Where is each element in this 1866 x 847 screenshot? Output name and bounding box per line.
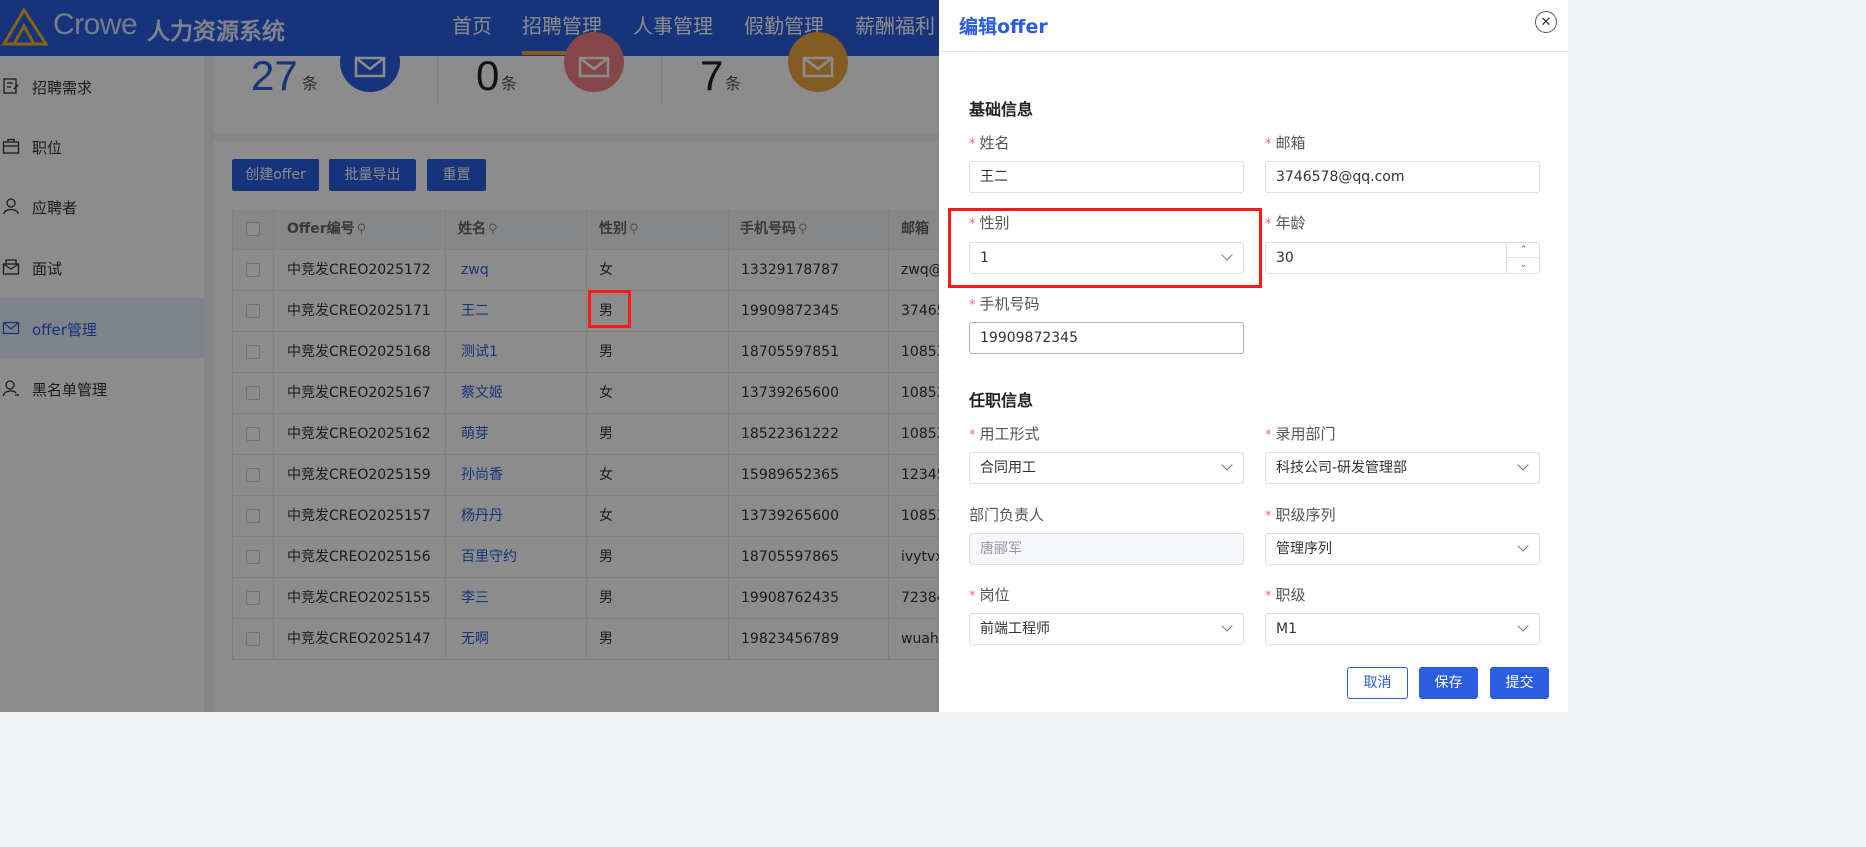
chevron-down-icon: [1517, 459, 1529, 471]
cancel-button[interactable]: 取消: [1347, 667, 1408, 699]
highlight-box: [948, 208, 1262, 288]
field-label-rank-sequence: * 职级序列: [1265, 506, 1336, 524]
field-label-rank: * 职级: [1265, 586, 1306, 604]
chevron-down-icon: [1517, 540, 1529, 552]
drawer-title: 编辑offer: [959, 16, 1048, 38]
employment-type-select[interactable]: 合同用工: [969, 452, 1244, 484]
field-label-department: * 录用部门: [1265, 425, 1336, 443]
close-icon[interactable]: ✕: [1535, 11, 1557, 33]
highlight-box: [588, 290, 631, 328]
modal-overlay[interactable]: [0, 0, 939, 712]
position-value: 前端工程师: [980, 621, 1050, 637]
field-label-dept-head: 部门负责人: [969, 506, 1045, 524]
edit-offer-drawer: 编辑offer ✕ 基础信息 * 姓名 王二 * 邮箱 3746578@qq.com…: [939, 0, 1568, 712]
rank-sequence-value: 管理序列: [1276, 541, 1332, 557]
chevron-down-icon: [1221, 620, 1233, 632]
name-input[interactable]: 王二: [969, 161, 1244, 193]
section-title-job: 任职信息: [969, 391, 1034, 410]
department-value: 科技公司-研发管理部: [1276, 460, 1408, 476]
decrement-icon[interactable]: ⌄: [1507, 258, 1540, 273]
field-label-name: * 姓名: [969, 134, 1010, 152]
rank-sequence-select[interactable]: 管理序列: [1265, 533, 1540, 565]
chevron-down-icon: [1221, 459, 1233, 471]
section-title-basic: 基础信息: [969, 100, 1034, 119]
department-select[interactable]: 科技公司-研发管理部: [1265, 452, 1540, 484]
field-label-phone: * 手机号码: [969, 295, 1040, 313]
phone-input[interactable]: 19909872345: [969, 322, 1244, 354]
rank-value: M1: [1276, 621, 1297, 637]
age-stepper[interactable]: 30 ⌃ ⌄: [1265, 242, 1540, 274]
submit-button[interactable]: 提交: [1490, 667, 1549, 699]
position-select[interactable]: 前端工程师: [969, 613, 1244, 645]
rank-select[interactable]: M1: [1265, 613, 1540, 645]
field-label-email: * 邮箱: [1265, 134, 1306, 152]
stepper-controls: ⌃ ⌄: [1506, 243, 1540, 273]
employment-type-value: 合同用工: [980, 460, 1036, 476]
chevron-down-icon: [1517, 620, 1529, 632]
email-input[interactable]: 3746578@qq.com: [1265, 161, 1540, 193]
field-label-age: * 年龄: [1265, 214, 1306, 232]
age-value: 30: [1276, 250, 1294, 266]
field-label-position: * 岗位: [969, 586, 1010, 604]
divider: [939, 51, 1568, 52]
save-button[interactable]: 保存: [1419, 667, 1478, 699]
field-label-employment-type: * 用工形式: [969, 425, 1040, 443]
dept-head-input: 唐郦军: [969, 533, 1244, 565]
increment-icon[interactable]: ⌃: [1507, 243, 1540, 258]
